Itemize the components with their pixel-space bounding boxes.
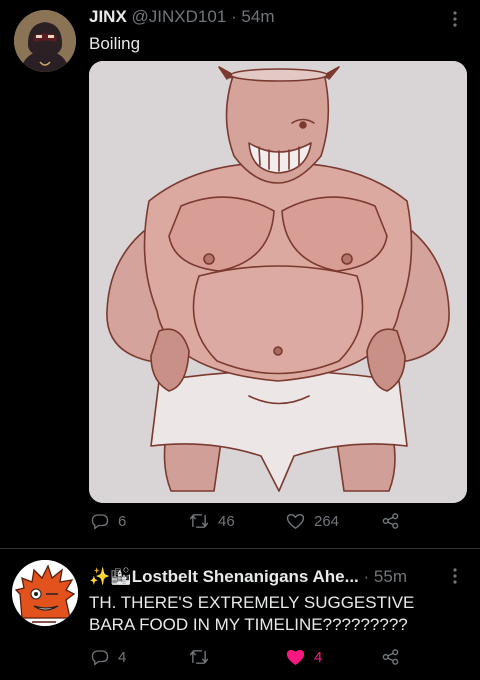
reply-count: 4	[118, 648, 127, 666]
tweet-text: TH. THERE'S EXTREMELY SUGGESTIVE BARA FO…	[89, 592, 414, 636]
tweet-text-line-2: BARA FOOD IN MY TIMELINE?????????	[89, 615, 408, 634]
like-count: 264	[314, 512, 340, 530]
tweet-jinx[interactable]: JINX @JINXD101 · 54m Boiling 6 46 264	[0, 0, 480, 548]
author-name[interactable]: JINX	[89, 7, 127, 26]
retweet-button[interactable]: 46	[189, 512, 235, 530]
separator-dot: ·	[231, 7, 237, 26]
share-icon	[382, 513, 399, 529]
timestamp[interactable]: 54m	[241, 7, 274, 26]
tweet-lostbelt[interactable]: ✨🏙Lostbelt Shenanigans Ahe... · 55m TH. …	[0, 549, 480, 680]
reply-count: 6	[118, 512, 127, 530]
like-button[interactable]: 4	[286, 648, 322, 666]
emoji-prefix: ✨🏙	[89, 567, 132, 586]
author-name[interactable]: Lostbelt Shenanigans Ahe...	[132, 567, 359, 586]
tweet-text: Boiling	[89, 34, 141, 53]
reply-icon	[91, 650, 109, 666]
tweet-actions: 6 46 264	[89, 512, 449, 536]
tweet-header: JINX @JINXD101 · 54m	[89, 7, 275, 27]
share-icon	[382, 649, 399, 665]
like-icon	[286, 513, 305, 529]
avatar-jinx[interactable]	[14, 10, 76, 72]
avatar-lostbelt[interactable]	[12, 560, 78, 626]
tweet-header: ✨🏙Lostbelt Shenanigans Ahe... · 55m	[89, 567, 407, 587]
like-count: 4	[314, 648, 323, 666]
like-button[interactable]: 264	[286, 512, 339, 530]
retweet-icon	[189, 650, 209, 664]
author-handle[interactable]: @JINXD101	[132, 7, 227, 26]
like-icon	[286, 649, 305, 665]
retweet-count: 46	[218, 512, 235, 530]
separator-dot: ·	[363, 567, 370, 586]
reply-button[interactable]: 4	[91, 648, 126, 666]
tweet-image[interactable]	[89, 61, 467, 503]
retweet-icon	[189, 514, 209, 528]
timestamp[interactable]: 55m	[374, 567, 407, 586]
share-button[interactable]	[381, 648, 400, 666]
share-button[interactable]	[381, 512, 400, 530]
retweet-button[interactable]	[189, 648, 218, 666]
tweet-actions: 4 4	[89, 648, 449, 672]
reply-button[interactable]: 6	[91, 512, 126, 530]
tweet-text-line-1: TH. THERE'S EXTREMELY SUGGESTIVE	[89, 593, 415, 612]
more-icon[interactable]	[452, 10, 458, 28]
reply-icon	[91, 514, 109, 530]
more-icon[interactable]	[452, 567, 458, 585]
